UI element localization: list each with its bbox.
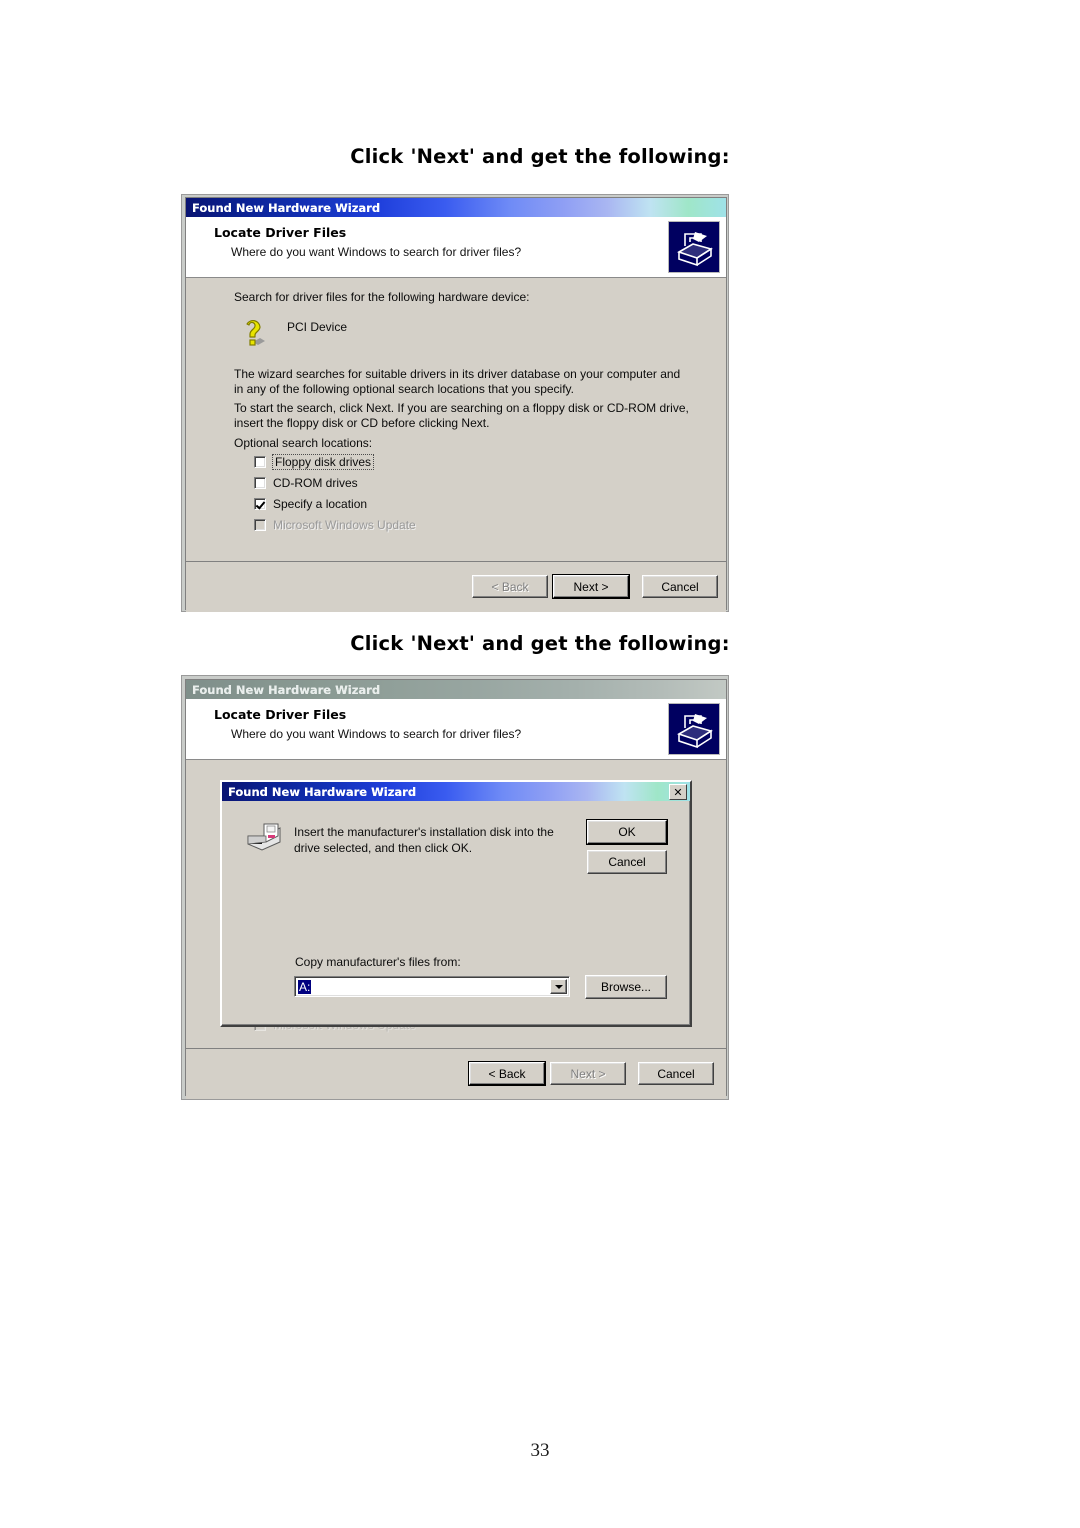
driver-search-icon — [668, 221, 720, 273]
next-button-label: Next > — [573, 579, 609, 594]
checkbox-box-windows-update — [254, 519, 266, 531]
wizard-2-cancel-button[interactable]: Cancel — [638, 1062, 714, 1085]
modal-message: Insert the manufacturer's installation d… — [294, 825, 554, 855]
checkbox-box-cdrom[interactable] — [254, 477, 266, 489]
wizard-1-body: Search for driver files for the followin… — [186, 278, 726, 561]
wizard-2-titlebar[interactable]: Found New Hardware Wizard — [186, 680, 726, 699]
close-icon[interactable]: ✕ — [669, 784, 687, 800]
checkbox-label-specify-location: Specify a location — [273, 497, 368, 511]
wizard-2-footer: < Back Next > Cancel — [186, 1048, 726, 1099]
modal-cancel-button[interactable]: Cancel — [587, 850, 667, 874]
back-button-label: < Back — [488, 1066, 526, 1081]
wizard-1-paragraph-1: The wizard searches for suitable drivers… — [234, 367, 681, 396]
unknown-device-question-icon — [238, 314, 272, 348]
wizard-1-dialog: Found New Hardware Wizard Locate Driver … — [185, 197, 727, 612]
driver-search-glyph — [669, 704, 719, 754]
wizard-2-back-button[interactable]: < Back — [468, 1061, 546, 1086]
checkbox-label-floppy: Floppy disk drives — [271, 454, 375, 470]
modal-titlebar[interactable]: Found New Hardware Wizard ✕ — [222, 782, 690, 801]
checkbox-box-floppy[interactable] — [254, 456, 266, 468]
wizard-1-cancel-button[interactable]: Cancel — [642, 575, 718, 598]
wizard-1-header-title: Locate Driver Files — [214, 225, 347, 240]
modal-title-text: Found New Hardware Wizard — [228, 784, 417, 799]
wizard-1-optional-label: Optional search locations: — [234, 436, 373, 450]
cancel-button-label: Cancel — [657, 1066, 695, 1081]
wizard-1-intro-text: Search for driver files for the followin… — [234, 290, 530, 304]
footer-divider — [186, 561, 726, 562]
wizard-1-header-subtitle: Where do you want Windows to search for … — [231, 245, 522, 259]
wizard-1-paragraph-2: To start the search, click Next. If you … — [234, 401, 689, 430]
page-number: 33 — [530, 1440, 550, 1461]
next-button-label: Next > — [570, 1066, 606, 1081]
wizard-1-back-button[interactable]: < Back — [472, 575, 548, 598]
page-heading-2: Click 'Next' and get the following: — [350, 632, 730, 655]
wizard-1-header: Locate Driver Files Where do you want Wi… — [186, 217, 726, 278]
wizard-1-next-button[interactable]: Next > — [552, 574, 630, 599]
copy-files-from-combo[interactable]: A: — [294, 976, 570, 997]
footer-divider — [186, 1048, 726, 1049]
browse-button[interactable]: Browse... — [585, 975, 667, 999]
floppy-drive-glyph — [247, 823, 281, 851]
question-mark-glyph — [246, 319, 265, 346]
checkbox-label-cdrom: CD-ROM drives — [273, 476, 358, 490]
checkbox-box-specify-location[interactable] — [254, 498, 266, 510]
chevron-down-icon[interactable] — [550, 979, 567, 994]
driver-search-glyph — [669, 222, 719, 272]
wizard-2-screenshot: Found New Hardware Wizard Locate Driver … — [181, 675, 729, 1100]
wizard-2-header-title: Locate Driver Files — [214, 707, 347, 722]
checkbox-floppy-disk-drives[interactable]: Floppy disk drives — [254, 454, 375, 470]
checkbox-label-windows-update: Microsoft Windows Update — [273, 518, 416, 532]
wizard-2-header-subtitle: Where do you want Windows to search for … — [231, 727, 522, 741]
ok-button-label: OK — [618, 825, 636, 839]
wizard-1-title-text: Found New Hardware Wizard — [192, 200, 381, 215]
wizard-2-next-button: Next > — [550, 1062, 626, 1085]
modal-ok-button[interactable]: OK — [586, 819, 668, 845]
wizard-1-device-name: PCI Device — [287, 320, 348, 334]
browse-button-label: Browse... — [600, 980, 651, 994]
checkbox-cd-rom-drives[interactable]: CD-ROM drives — [254, 476, 358, 490]
wizard-1-titlebar[interactable]: Found New Hardware Wizard — [186, 198, 726, 217]
driver-search-icon — [668, 703, 720, 755]
page-heading-1: Click 'Next' and get the following: — [350, 145, 730, 168]
checkbox-specify-a-location[interactable]: Specify a location — [254, 497, 367, 511]
back-button-label: < Back — [491, 579, 529, 594]
checkbox-microsoft-windows-update: Microsoft Windows Update — [254, 518, 416, 532]
cancel-button-label: Cancel — [661, 579, 699, 594]
copy-files-from-value: A: — [298, 979, 312, 994]
wizard-2-header: Locate Driver Files Where do you want Wi… — [186, 699, 726, 760]
floppy-drive-icon — [246, 822, 282, 852]
copy-files-from-label: Copy manufacturer's files from: — [295, 955, 461, 969]
insert-disk-modal: Found New Hardware Wizard ✕ Insert the m… — [220, 780, 692, 1027]
modal-cancel-button-label: Cancel — [608, 855, 646, 869]
wizard-1-screenshot: Found New Hardware Wizard Locate Driver … — [181, 194, 729, 612]
wizard-2-title-text: Found New Hardware Wizard — [192, 682, 381, 697]
wizard-1-footer: < Back Next > Cancel — [186, 561, 726, 612]
